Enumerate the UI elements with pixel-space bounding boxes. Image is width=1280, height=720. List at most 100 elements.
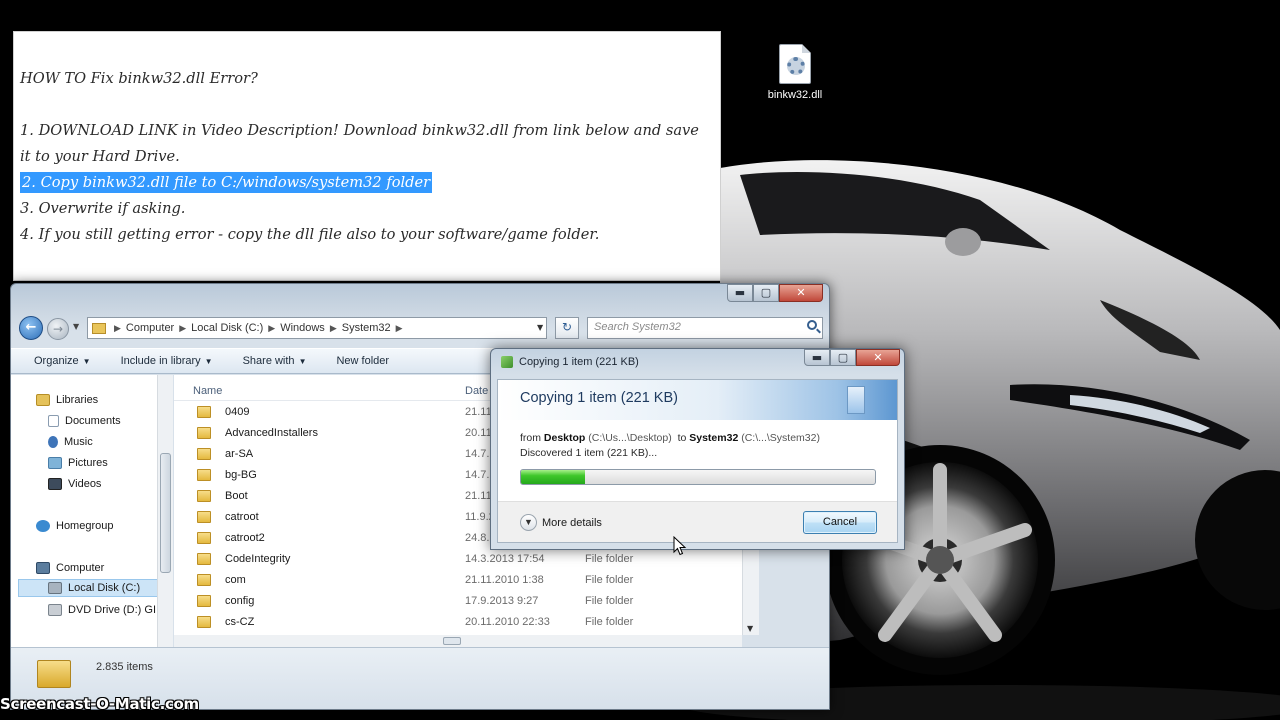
note-step2-selected[interactable]: 2. Copy binkw32.dll file to C:/windows/s…	[20, 172, 433, 193]
row-type: File folder	[585, 553, 634, 565]
organize-menu[interactable]: Organize ▼	[34, 355, 91, 367]
row-name: Boot	[225, 490, 248, 502]
address-dropdown[interactable]: ▼	[537, 323, 543, 332]
dialog-minimize-button[interactable]: ▬	[804, 349, 830, 366]
recent-pages-dropdown[interactable]: ▼	[73, 322, 79, 331]
nav-dvd-drive[interactable]: DVD Drive (D:) GI	[48, 601, 156, 619]
scroll-down-icon[interactable]: ▼	[747, 624, 753, 633]
maximize-button[interactable]: ▢	[753, 284, 779, 302]
drive-icon	[48, 582, 62, 594]
refresh-button[interactable]: ↻	[555, 317, 579, 339]
address-bar[interactable]: ▶ Computer ▶ Local Disk (C:) ▶ Windows ▶…	[87, 317, 547, 339]
dialog-body: Copying 1 item (221 KB) from Desktop (C:…	[497, 379, 898, 543]
folder-icon	[197, 595, 211, 607]
folder-icon	[197, 511, 211, 523]
videos-icon	[48, 478, 62, 490]
new-folder-button[interactable]: New folder	[336, 355, 389, 367]
back-button[interactable]: ←	[19, 316, 43, 340]
dialog-close-button[interactable]: ✕	[856, 349, 900, 366]
row-name: AdvancedInstallers	[225, 427, 318, 439]
nav-music[interactable]: Music	[48, 433, 93, 451]
folder-icon	[197, 448, 211, 460]
folder-icon	[197, 532, 211, 544]
chevron-right-icon: ▶	[114, 322, 121, 333]
copy-progress-dialog: Copying 1 item (221 KB) ▬ ▢ ✕ Copying 1 …	[490, 348, 905, 550]
share-with-menu[interactable]: Share with ▼	[243, 355, 307, 367]
dialog-banner: Copying 1 item (221 KB)	[498, 380, 897, 420]
search-icon[interactable]	[807, 320, 817, 330]
more-details-toggle[interactable]: ▼ More details	[520, 514, 602, 531]
nav-videos[interactable]: Videos	[48, 475, 101, 493]
navigation-pane: Libraries Documents Music Pictures Video…	[11, 375, 161, 655]
folder-icon	[197, 490, 211, 502]
document-icon	[847, 386, 865, 414]
source-link[interactable]: Desktop	[544, 432, 585, 444]
row-date: 14.3.2013 17:54	[465, 553, 545, 565]
hscroll-thumb[interactable]	[443, 637, 461, 645]
close-button[interactable]: ✕	[779, 284, 823, 302]
discovered-status: Discovered 1 item (221 KB)...	[520, 447, 658, 459]
binkw32-desktop-file[interactable]: binkw32.dll	[762, 44, 828, 101]
navigation-scrollbar[interactable]	[157, 375, 173, 655]
explorer-caption-buttons: ▬ ▢ ✕	[727, 284, 823, 302]
pictures-icon	[48, 457, 62, 469]
chevron-right-icon: ▶	[268, 322, 276, 333]
nav-libraries[interactable]: Libraries	[36, 391, 98, 409]
row-name: catroot2	[225, 532, 265, 544]
scroll-thumb[interactable]	[160, 453, 171, 573]
destination-link[interactable]: System32	[689, 432, 738, 444]
file-list-hscrollbar[interactable]	[174, 635, 742, 647]
breadcrumb-computer[interactable]: Computer	[126, 322, 174, 334]
address-row: ← → ▼ ▶ Computer ▶ Local Disk (C:) ▶ Win…	[17, 316, 825, 340]
nav-computer[interactable]: Computer	[36, 559, 104, 577]
minimize-button[interactable]: ▬	[727, 284, 753, 302]
table-row[interactable]: com 21.11.2010 1:38 File folder	[174, 570, 742, 591]
note-step3: 3. Overwrite if asking.	[20, 200, 186, 217]
dvd-drive-icon	[48, 604, 62, 616]
chevron-right-icon: ▶	[329, 322, 337, 333]
homegroup-icon	[36, 520, 50, 532]
row-name: CodeIntegrity	[225, 553, 291, 565]
column-name[interactable]: Name	[193, 385, 222, 397]
folder-icon	[197, 574, 211, 586]
include-in-library-menu[interactable]: Include in library ▼	[121, 355, 213, 367]
breadcrumb-local-disk[interactable]: Local Disk (C:)	[191, 322, 263, 334]
dialog-maximize-button[interactable]: ▢	[830, 349, 856, 366]
note-step4: 4. If you still getting error - copy the…	[20, 226, 600, 243]
nav-pictures[interactable]: Pictures	[48, 454, 108, 472]
row-name: ar-SA	[225, 448, 254, 460]
dialog-footer: ▼ More details Cancel	[498, 501, 897, 542]
note-title: HOW TO Fix binkw32.dll Error?	[20, 70, 258, 87]
table-row[interactable]: config 17.9.2013 9:27 File folder	[174, 591, 742, 612]
cancel-button[interactable]: Cancel	[803, 511, 877, 534]
row-type: File folder	[585, 574, 634, 586]
folder-icon	[197, 469, 211, 481]
music-icon	[48, 436, 58, 448]
row-date: 21.11.2010 1:38	[465, 574, 544, 586]
row-name: com	[225, 574, 246, 586]
breadcrumb-system32[interactable]: System32	[342, 322, 391, 334]
recorder-watermark: Screencast-O-Matic.com	[0, 695, 199, 713]
nav-documents[interactable]: Documents	[48, 412, 121, 430]
row-type: File folder	[585, 616, 634, 628]
dialog-title: Copying 1 item (221 KB)	[519, 356, 639, 368]
dialog-heading: Copying 1 item (221 KB)	[520, 390, 678, 406]
folder-icon	[197, 406, 211, 418]
note-step1-line1: 1. DOWNLOAD LINK in Video Description! D…	[20, 122, 699, 139]
nav-local-disk[interactable]: Local Disk (C:)	[18, 579, 158, 597]
folder-icon	[197, 616, 211, 628]
row-name: cs-CZ	[225, 616, 255, 628]
progress-fill	[521, 470, 585, 484]
item-count: 2.835 items	[96, 661, 153, 673]
folder-icon	[197, 427, 211, 439]
folder-icon	[92, 322, 106, 334]
table-row[interactable]: cs-CZ 20.11.2010 22:33 File folder	[174, 612, 742, 633]
copy-icon	[501, 356, 513, 368]
chevron-right-icon: ▶	[179, 322, 187, 333]
search-input[interactable]: Search System32	[587, 317, 823, 339]
breadcrumb-windows[interactable]: Windows	[280, 322, 325, 334]
chevron-right-icon: ▶	[395, 322, 403, 333]
table-row[interactable]: CodeIntegrity 14.3.2013 17:54 File folder	[174, 549, 742, 570]
nav-homegroup[interactable]: Homegroup	[36, 517, 113, 535]
forward-button[interactable]: →	[47, 318, 69, 340]
